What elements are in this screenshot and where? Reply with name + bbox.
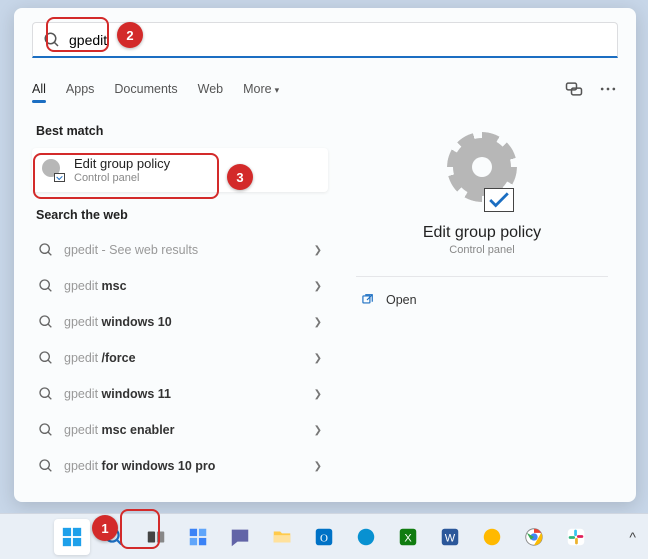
annotation-box-2 [46,17,109,52]
search-icon [38,422,54,438]
start-button[interactable] [54,519,90,555]
taskbar-app-4[interactable]: W [432,519,468,555]
svg-text:W: W [445,532,456,544]
file-explorer[interactable] [264,519,300,555]
preview-subtitle: Control panel [346,244,618,256]
search-icon [38,242,54,258]
open-label: Open [386,293,417,307]
best-match-heading: Best match [36,124,328,138]
search-icon [38,386,54,402]
tab-more[interactable]: More▾ [243,76,279,102]
annotation-1: 1 [92,515,118,541]
tab-all[interactable]: All [32,76,46,102]
web-suggestion[interactable]: gpedit msc ❯ [32,268,328,304]
more-icon[interactable] [598,79,618,99]
chevron-right-icon: ❯ [314,353,322,364]
web-suggestion[interactable]: gpedit - See web results ❯ [32,232,328,268]
svg-text:O: O [320,532,328,544]
tab-web[interactable]: Web [198,76,223,102]
svg-text:X: X [404,532,412,544]
annotation-box-3 [33,153,219,199]
search-input[interactable] [69,32,607,48]
annotation-2: 2 [117,22,143,48]
widgets[interactable] [180,519,216,555]
annotation-3: 3 [227,164,253,190]
taskbar-slack[interactable] [558,519,594,555]
open-icon [360,293,374,307]
sync-icon[interactable] [564,79,584,99]
web-suggestion[interactable]: gpedit msc enabler ❯ [32,412,328,448]
taskbar-app-3[interactable]: X [390,519,426,555]
chat[interactable] [222,519,258,555]
chevron-right-icon: ❯ [314,317,322,328]
annotation-box-1 [120,509,160,549]
chevron-right-icon: ❯ [314,461,322,472]
search-icon [38,350,54,366]
web-suggestion[interactable]: gpedit windows 11 ❯ [32,376,328,412]
taskbar-chrome[interactable] [516,519,552,555]
chevron-right-icon: ❯ [314,389,322,400]
preview-app-icon [446,138,518,210]
taskbar-app-5[interactable] [474,519,510,555]
filter-tabs: All Apps Documents Web More▾ [14,76,636,102]
web-suggestion[interactable]: gpedit for windows 10 pro ❯ [32,448,328,484]
chevron-right-icon: ❯ [314,281,322,292]
search-icon [38,278,54,294]
chevron-down-icon: ▾ [275,85,280,95]
web-suggestion[interactable]: gpedit /force ❯ [32,340,328,376]
taskbar-app-2[interactable] [348,519,384,555]
chevron-right-icon: ❯ [314,245,322,256]
search-icon [38,314,54,330]
taskbar-app-1[interactable]: O [306,519,342,555]
search-popup: All Apps Documents Web More▾ Best match … [14,8,636,502]
web-heading: Search the web [36,208,328,222]
preview-pane: Edit group policy Control panel Open [346,118,618,484]
preview-title: Edit group policy [346,224,618,242]
web-suggestion[interactable]: gpedit windows 10 ❯ [32,304,328,340]
divider [356,276,608,277]
tab-documents[interactable]: Documents [114,76,177,102]
taskbar-tray[interactable]: ^ [629,514,636,559]
tab-apps[interactable]: Apps [66,76,95,102]
open-action[interactable]: Open [346,283,618,317]
chevron-right-icon: ❯ [314,425,322,436]
search-icon [38,458,54,474]
